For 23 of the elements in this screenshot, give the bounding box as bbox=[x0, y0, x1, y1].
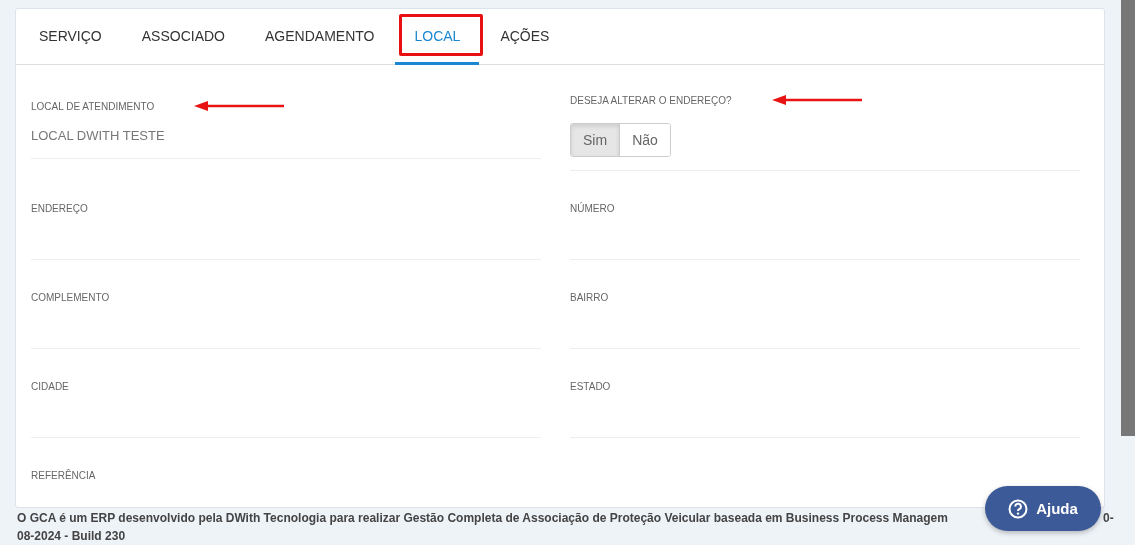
scrollbar[interactable] bbox=[1121, 0, 1135, 436]
field-value: LOCAL DWITH TESTE bbox=[31, 128, 165, 143]
help-icon bbox=[1008, 498, 1029, 519]
field-label: COMPLEMENTO bbox=[31, 291, 110, 303]
field-label: CIDADE bbox=[31, 380, 69, 392]
footer-text: O GCA é um ERP desenvolvido pela DWith Tecnologia para realizar Gestão Completa de Associação de Proteção Veicular baseada em Business Process Managem bbox=[17, 510, 948, 527]
field-label: BAIRRO bbox=[570, 291, 609, 303]
tab[interactable]: LOCAL bbox=[395, 9, 480, 65]
tab[interactable]: AGENDAMENTO bbox=[246, 9, 394, 65]
footer-text: 0- bbox=[1103, 510, 1114, 527]
field-label: DESEJA ALTERAR O ENDEREÇO? bbox=[570, 94, 732, 106]
tab[interactable]: SERVIÇO bbox=[20, 9, 121, 65]
toggle-option[interactable]: Sim bbox=[571, 124, 620, 156]
toggle-option[interactable]: Não bbox=[619, 124, 670, 156]
field-label: NÚMERO bbox=[570, 202, 615, 214]
tab[interactable]: AÇÕES bbox=[481, 9, 569, 65]
help-button[interactable]: Ajuda bbox=[985, 486, 1101, 531]
field-label: ESTADO bbox=[570, 380, 611, 392]
field-label: LOCAL DE ATENDIMENTO bbox=[31, 100, 155, 112]
field-label: ENDEREÇO bbox=[31, 202, 88, 214]
footer-text: 08-2024 - Build 230 bbox=[17, 529, 126, 543]
field-label: REFERÊNCIA bbox=[31, 469, 96, 481]
tab[interactable]: ASSOCIADO bbox=[122, 9, 244, 65]
